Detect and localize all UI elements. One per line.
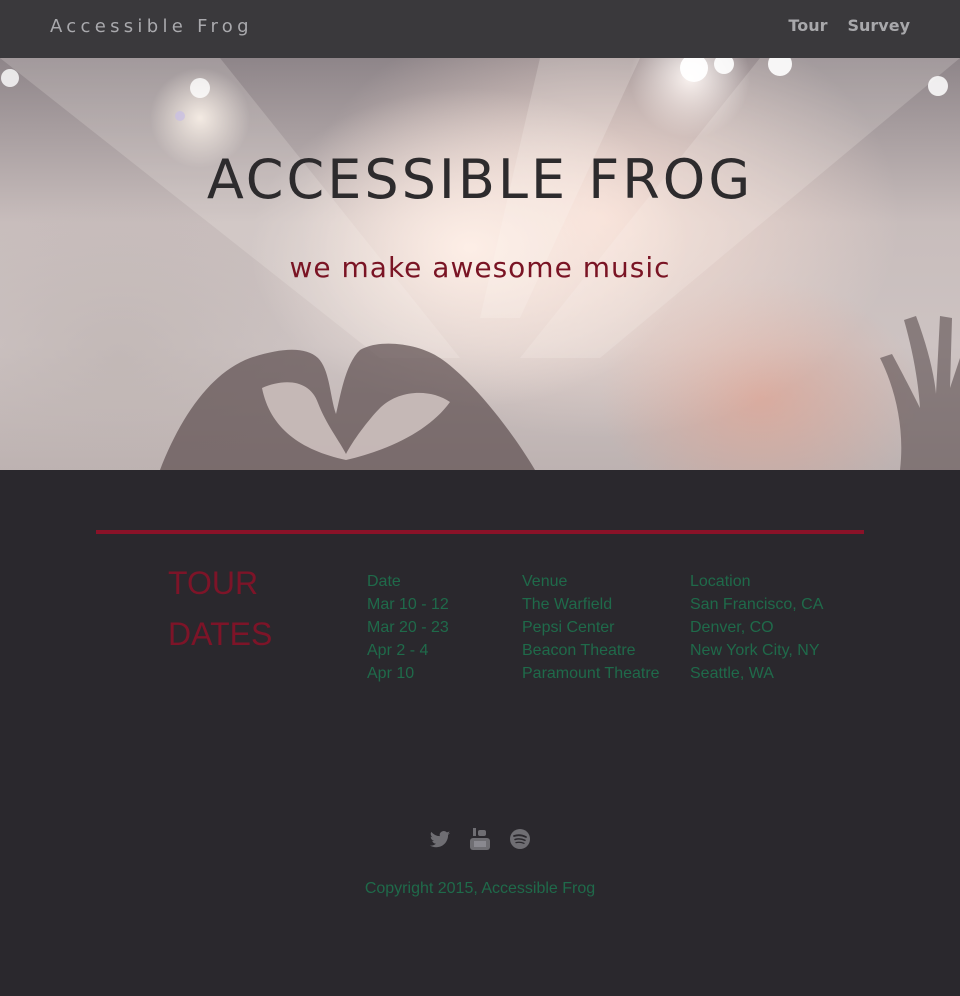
column-header-date: Date [367, 572, 401, 590]
tour-date-cell: Mar 20 - 23 [367, 618, 449, 636]
table-row: Apr 10 Paramount Theatre Seattle, WA [360, 662, 840, 685]
tour-location-cell: San Francisco, CA [690, 595, 824, 613]
nav-link-survey[interactable]: Survey [847, 16, 910, 35]
table-row: Apr 2 - 4 Beacon Theatre New York City, … [360, 639, 840, 662]
section-divider [96, 530, 864, 534]
spotify-icon [510, 829, 530, 849]
hero-banner: ACCESSIBLE FROG we make awesome music [0, 58, 960, 470]
twitter-link[interactable] [429, 827, 451, 851]
tour-heading-line1: TOUR [168, 565, 259, 601]
tour-location-cell: New York City, NY [690, 641, 820, 659]
table-header-row: Date Venue Location [360, 570, 840, 593]
tour-venue-cell: Beacon Theatre [522, 641, 636, 659]
youtube-link[interactable] [469, 827, 491, 851]
brand-link[interactable]: Accessible Frog [50, 16, 253, 37]
hero-title: ACCESSIBLE FROG [206, 148, 754, 211]
tour-location-cell: Denver, CO [690, 618, 774, 636]
nav-link-tour[interactable]: Tour [788, 16, 827, 35]
social-links [0, 827, 960, 851]
copyright-text: Copyright 2015, Accessible Frog [364, 880, 596, 897]
nav-links: Tour Survey [788, 16, 910, 35]
tour-venue-cell: Paramount Theatre [522, 664, 660, 682]
spotify-link[interactable] [509, 827, 531, 851]
column-header-venue: Venue [522, 572, 568, 590]
hero-subtitle: we make awesome music [289, 251, 671, 284]
tour-location-cell: Seattle, WA [690, 664, 774, 682]
youtube-icon [470, 828, 490, 850]
tour-date-cell: Mar 10 - 12 [367, 595, 449, 613]
table-row: Mar 20 - 23 Pepsi Center Denver, CO [360, 616, 840, 639]
tour-heading-line2: DATES [168, 616, 273, 652]
tour-dates-heading: TOUR DATES [168, 558, 318, 660]
tour-dates-table: Date Venue Location Mar 10 - 12 The Warf… [360, 570, 840, 685]
top-navbar: Accessible Frog Tour Survey [0, 0, 960, 58]
table-row: Mar 10 - 12 The Warfield San Francisco, … [360, 593, 840, 616]
tour-venue-cell: Pepsi Center [522, 618, 615, 636]
tour-date-cell: Apr 2 - 4 [367, 641, 429, 659]
column-header-location: Location [690, 572, 751, 590]
tour-date-cell: Apr 10 [367, 664, 415, 682]
twitter-icon [429, 831, 451, 848]
tour-venue-cell: The Warfield [522, 595, 613, 613]
